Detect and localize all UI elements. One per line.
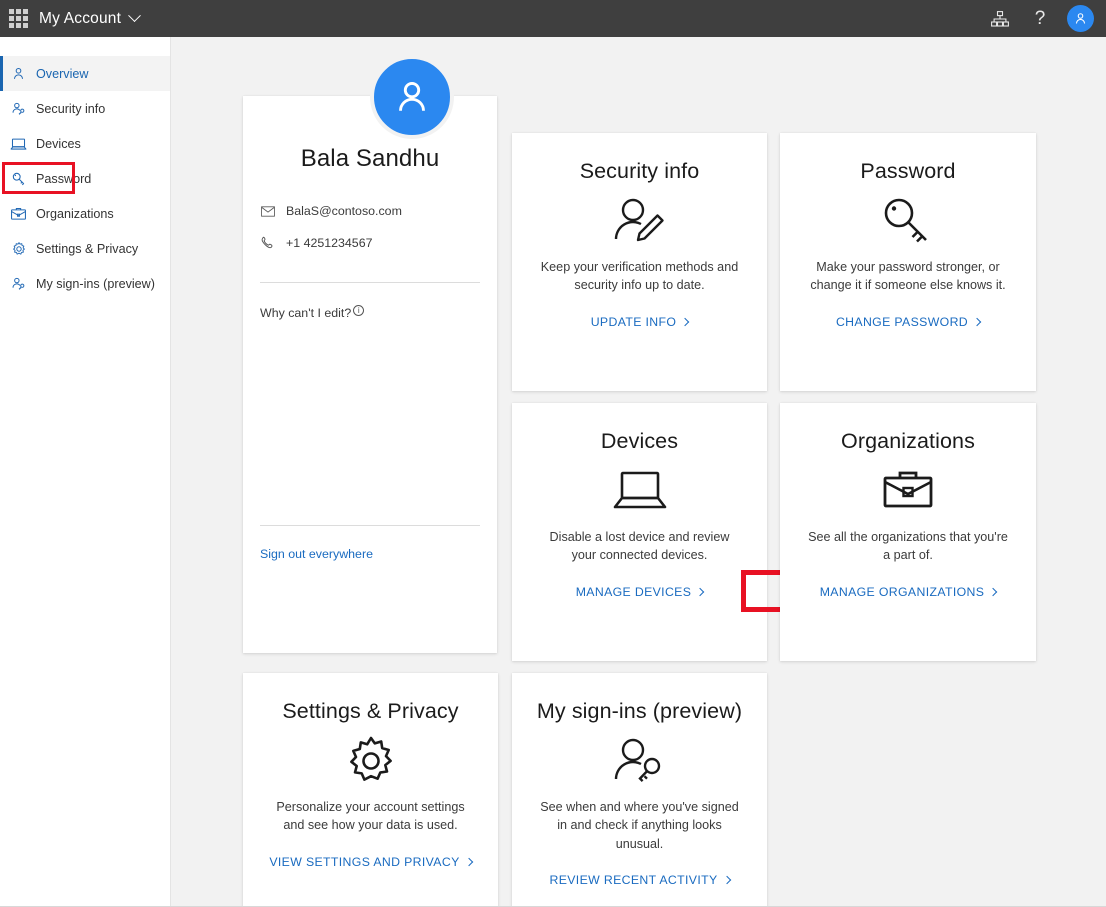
- organizations-card: Organizations See all the organizations …: [780, 403, 1036, 661]
- profile-avatar: [370, 55, 454, 139]
- sidebar-item-label: Password: [36, 172, 91, 186]
- change-password-link[interactable]: CHANGE PASSWORD: [780, 315, 1036, 329]
- person-key-icon: [512, 724, 767, 798]
- chevron-right-icon: [464, 857, 472, 865]
- profile-phone: +1 4251234567: [286, 236, 372, 250]
- laptop-icon: [512, 454, 767, 528]
- envelope-icon: [260, 203, 276, 219]
- why-cant-i-edit[interactable]: Why can't I edit? i: [243, 306, 497, 320]
- card-title: My sign-ins (preview): [512, 673, 767, 724]
- person-pencil-icon: [512, 184, 767, 258]
- profile-phone-row: +1 4251234567: [243, 235, 497, 251]
- chevron-right-icon: [722, 876, 730, 884]
- sidebar-item-label: My sign-ins (preview): [36, 277, 155, 291]
- sidebar-item-label: Security info: [36, 102, 105, 116]
- chevron-right-icon: [696, 587, 704, 595]
- card-description: See when and where you've signed in and …: [512, 798, 767, 853]
- person-key-icon: [10, 275, 27, 292]
- card-description: See all the organizations that you're a …: [780, 528, 1036, 565]
- card-link-label: VIEW SETTINGS AND PRIVACY: [269, 855, 459, 869]
- sidebar-item-label: Devices: [36, 137, 81, 151]
- gear-icon: [10, 240, 27, 257]
- sidebar-item-my-sign-ins[interactable]: My sign-ins (preview): [0, 266, 170, 301]
- topbar-actions: ?: [987, 5, 1106, 32]
- card-link-label: UPDATE INFO: [591, 315, 677, 329]
- user-avatar-icon[interactable]: [1067, 5, 1094, 32]
- info-circle-icon[interactable]: i: [353, 305, 364, 316]
- laptop-icon: [10, 135, 27, 152]
- manage-devices-link[interactable]: MANAGE DEVICES: [512, 585, 767, 599]
- review-recent-activity-link[interactable]: REVIEW RECENT ACTIVITY: [512, 873, 767, 887]
- app-title-label: My Account: [39, 10, 121, 28]
- settings-privacy-card: Settings & Privacy Personalize your acco…: [243, 673, 498, 907]
- why-cant-i-edit-label: Why can't I edit?: [260, 306, 351, 320]
- person-icon: [10, 65, 27, 82]
- card-title: Settings & Privacy: [243, 673, 498, 724]
- card-description: Disable a lost device and review your co…: [512, 528, 767, 565]
- sidebar-navigation: Overview Security info Devices: [0, 37, 171, 907]
- top-navigation-bar: My Account ?: [0, 0, 1106, 37]
- card-link-label: MANAGE DEVICES: [576, 585, 692, 599]
- help-question-icon[interactable]: ?: [1027, 6, 1053, 32]
- my-sign-ins-card: My sign-ins (preview) See when and where…: [512, 673, 767, 907]
- update-info-link[interactable]: UPDATE INFO: [512, 315, 767, 329]
- briefcase-icon: [10, 205, 27, 222]
- profile-card: Bala Sandhu BalaS@contoso.com +1 4251234…: [243, 96, 497, 653]
- person-key-icon: [10, 100, 27, 117]
- main-content: Bala Sandhu BalaS@contoso.com +1 4251234…: [171, 37, 1106, 907]
- profile-divider-top: [260, 282, 480, 283]
- info-glyph: i: [358, 306, 360, 315]
- chevron-right-icon: [681, 317, 689, 325]
- app-launcher-icon[interactable]: [0, 0, 36, 37]
- card-description: Keep your verification methods and secur…: [512, 258, 767, 295]
- card-title: Organizations: [780, 403, 1036, 454]
- sidebar-item-overview[interactable]: Overview: [0, 56, 170, 91]
- org-hierarchy-icon[interactable]: [987, 6, 1013, 32]
- card-link-label: REVIEW RECENT ACTIVITY: [549, 873, 717, 887]
- key-icon: [780, 184, 1036, 258]
- chevron-right-icon: [973, 317, 981, 325]
- sidebar-item-security-info[interactable]: Security info: [0, 91, 170, 126]
- profile-email-row: BalaS@contoso.com: [243, 203, 497, 219]
- view-settings-privacy-link[interactable]: VIEW SETTINGS AND PRIVACY: [243, 855, 498, 869]
- card-title: Password: [780, 133, 1036, 184]
- card-description: Make your password stronger, or change i…: [780, 258, 1036, 295]
- sidebar-item-password[interactable]: Password: [0, 161, 170, 196]
- sidebar-item-label: Organizations: [36, 207, 114, 221]
- user-avatar-icon: [389, 74, 435, 120]
- sidebar-item-devices[interactable]: Devices: [0, 126, 170, 161]
- profile-divider-bottom: [260, 525, 480, 526]
- card-link-label: CHANGE PASSWORD: [836, 315, 968, 329]
- password-card: Password Make your password stronger, or…: [780, 133, 1036, 391]
- sidebar-item-settings-privacy[interactable]: Settings & Privacy: [0, 231, 170, 266]
- manage-organizations-link[interactable]: MANAGE ORGANIZATIONS: [780, 585, 1036, 599]
- key-icon: [10, 170, 27, 187]
- card-link-label: MANAGE ORGANIZATIONS: [820, 585, 985, 599]
- app-title-menu[interactable]: My Account: [36, 10, 139, 28]
- chevron-down-icon: [128, 9, 141, 22]
- card-title: Security info: [512, 133, 767, 184]
- sidebar-item-label: Settings & Privacy: [36, 242, 138, 256]
- sign-out-everywhere-link[interactable]: Sign out everywhere: [243, 547, 497, 561]
- card-title: Devices: [512, 403, 767, 454]
- devices-card: Devices Disable a lost device and review…: [512, 403, 767, 661]
- chevron-right-icon: [989, 587, 997, 595]
- phone-icon: [260, 235, 276, 251]
- security-info-card: Security info Keep your verification met…: [512, 133, 767, 391]
- card-description: Personalize your account settings and se…: [243, 798, 498, 835]
- profile-name: Bala Sandhu: [243, 96, 497, 173]
- sidebar-item-organizations[interactable]: Organizations: [0, 196, 170, 231]
- profile-email: BalaS@contoso.com: [286, 204, 402, 218]
- briefcase-icon: [780, 454, 1036, 528]
- my-account-page: My Account ?: [0, 0, 1106, 907]
- gear-icon: [243, 724, 498, 798]
- sidebar-item-label: Overview: [36, 67, 88, 81]
